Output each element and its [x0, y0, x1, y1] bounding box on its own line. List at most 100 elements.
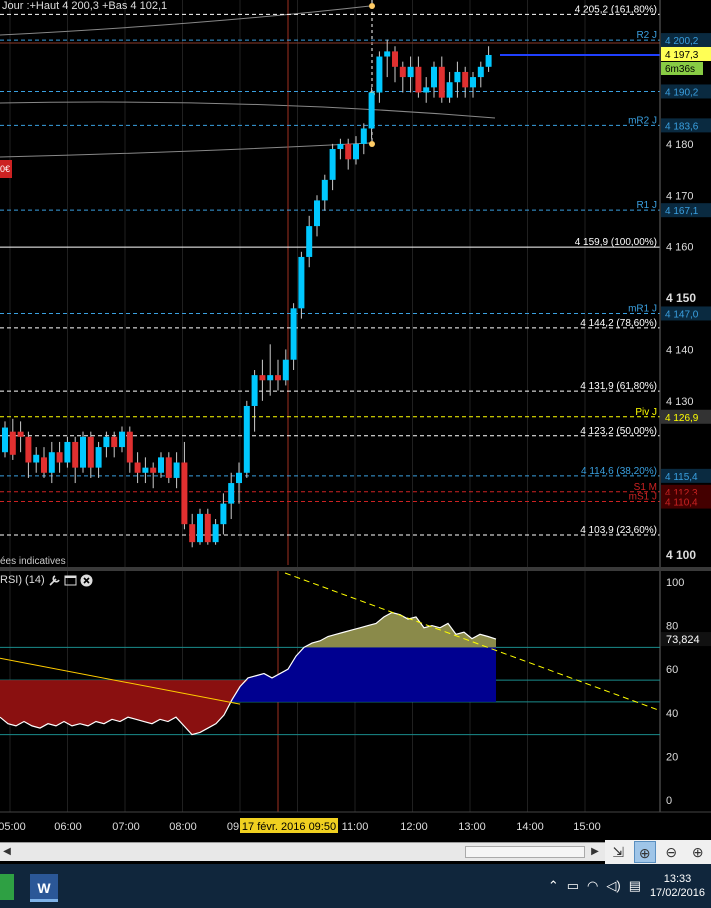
level-label: mR2 J: [628, 115, 657, 126]
candle-body: [360, 128, 367, 144]
fib-anchor-point: [369, 3, 375, 9]
candle-body: [267, 375, 274, 381]
window-icon[interactable]: [64, 574, 77, 587]
wrench-icon[interactable]: [48, 574, 61, 587]
panel-divider[interactable]: [0, 567, 711, 571]
candle-body: [204, 513, 211, 543]
rsi-tick-label: 80: [666, 621, 678, 633]
level-tag: 4 110,4: [665, 498, 698, 509]
candle-body: [392, 51, 398, 67]
candle-body: [173, 462, 180, 478]
level-label: R2 J: [636, 30, 657, 41]
candle-body: [243, 405, 250, 473]
candle-body: [126, 431, 133, 463]
time-tick-label: 05:00: [0, 821, 26, 833]
taskbar-app-green[interactable]: [0, 874, 14, 900]
notification-icon[interactable]: ▤: [629, 878, 641, 894]
rsi-header: RSI) (14): [0, 572, 93, 588]
candle-body: [87, 436, 94, 468]
candle-body: [462, 71, 469, 88]
fib-anchor-point: [369, 141, 375, 147]
candle-body: [329, 149, 336, 180]
candle-body: [470, 77, 476, 88]
candle-body: [251, 375, 258, 406]
cursor-tool-icon[interactable]: ⇲: [607, 841, 629, 863]
taskbar: W ⌃ ▭ ◠ ◁) ▤ 13:33 17/02/2016: [0, 864, 711, 908]
candle-body: [306, 226, 313, 257]
rsi-tick-label: 0: [666, 795, 672, 807]
candle-body: [454, 71, 461, 83]
candle-body: [376, 56, 383, 93]
time-tick-label: 11:00: [342, 821, 369, 833]
rsi-tick-label: 20: [666, 751, 678, 763]
cursor-time-label: 17 févr. 2016 09:50: [242, 821, 336, 833]
candle-body: [64, 441, 71, 463]
candle-body: [158, 457, 164, 473]
left-badge: 0€: [0, 160, 12, 178]
candle-body: [56, 452, 63, 463]
candle-body: [321, 179, 328, 201]
candle-body: [9, 431, 16, 455]
candle-body: [72, 441, 79, 468]
candles: [2, 39, 492, 548]
time-tick-label: 13:00: [458, 821, 486, 833]
price-tick-label: 4 170: [666, 190, 694, 202]
zoom-area-icon[interactable]: ⊕: [633, 841, 656, 863]
time-tick-label: 08:00: [169, 821, 197, 833]
level-label: 4 144,2 (78,60%): [580, 318, 657, 329]
candle-body: [33, 454, 40, 463]
close-icon[interactable]: [80, 574, 93, 587]
level-tag: 4 190,2: [665, 87, 699, 98]
scroll-thumb[interactable]: [465, 846, 585, 858]
rsi-tick-label: 100: [666, 577, 684, 589]
candle-body: [189, 524, 196, 543]
price-chart[interactable]: 4 205,2 (161,80%) R2 J 4 200,2 4 190,2 mR2 J…: [0, 0, 711, 845]
battery-icon[interactable]: ▭: [567, 878, 579, 894]
rsi-overbought-fill: [0, 612, 496, 648]
volume-icon[interactable]: ◁): [606, 878, 620, 894]
level-label: 4 114,6 (38,20%): [581, 466, 657, 477]
level-label: 4 159,9 (100,00%): [575, 237, 657, 248]
rsi-tick-label: 40: [666, 708, 678, 720]
wifi-icon[interactable]: ◠: [587, 878, 598, 894]
candle-body: [103, 436, 110, 448]
candle-body: [150, 467, 157, 473]
level-label: 4 103,9 (23,60%): [580, 525, 657, 536]
clock[interactable]: 13:33 17/02/2016: [650, 872, 705, 900]
system-tray: ⌃ ▭ ◠ ◁) ▤: [548, 878, 641, 894]
level-label: mS1 J: [629, 492, 657, 503]
candle-body: [119, 431, 125, 448]
candle-body: [220, 503, 227, 525]
candle-body: [298, 256, 305, 309]
time-axis: 05:00 06:00 07:00 08:00 09 11:00 12:00 13:00 14:…: [0, 811, 711, 833]
price-tick-label: 4 140: [666, 344, 694, 356]
scroll-right-icon[interactable]: ▶: [588, 845, 602, 859]
candle-body: [415, 66, 422, 93]
scroll-left-icon[interactable]: ◀: [0, 845, 14, 859]
candle-body: [290, 308, 297, 360]
time-tick-label: 15:00: [573, 821, 601, 833]
rsi-value-label: 73,824: [666, 634, 700, 646]
price-tick-label: 4 100: [666, 548, 696, 562]
rsi-label: RSI) (14): [0, 574, 45, 586]
price-tick-label: 4 130: [666, 396, 694, 408]
level-label: 4 123,2 (50,00%): [580, 426, 657, 437]
candle-body: [423, 87, 430, 93]
countdown-label: 6m36s: [665, 64, 695, 75]
time-tick-label: 06:00: [54, 821, 82, 833]
level-label: 4 205,2 (161,80%): [575, 4, 657, 15]
horizontal-scrollbar[interactable]: ◀ ▶: [0, 842, 605, 861]
zoom-in-icon[interactable]: ⊕: [687, 841, 709, 863]
candle-body: [485, 54, 492, 67]
envelope-lower-curve: [0, 142, 371, 158]
clock-date: 17/02/2016: [649, 887, 705, 899]
candle-body: [41, 457, 47, 473]
candle-body: [25, 436, 32, 463]
candle-body: [407, 66, 414, 78]
zoom-out-icon[interactable]: ⊖: [660, 841, 682, 863]
candle-body: [345, 143, 352, 160]
candle-body: [228, 483, 235, 504]
chevron-up-icon[interactable]: ⌃: [548, 878, 559, 894]
level-tag: 4 147,0: [665, 309, 699, 320]
word-icon[interactable]: W: [30, 874, 58, 902]
